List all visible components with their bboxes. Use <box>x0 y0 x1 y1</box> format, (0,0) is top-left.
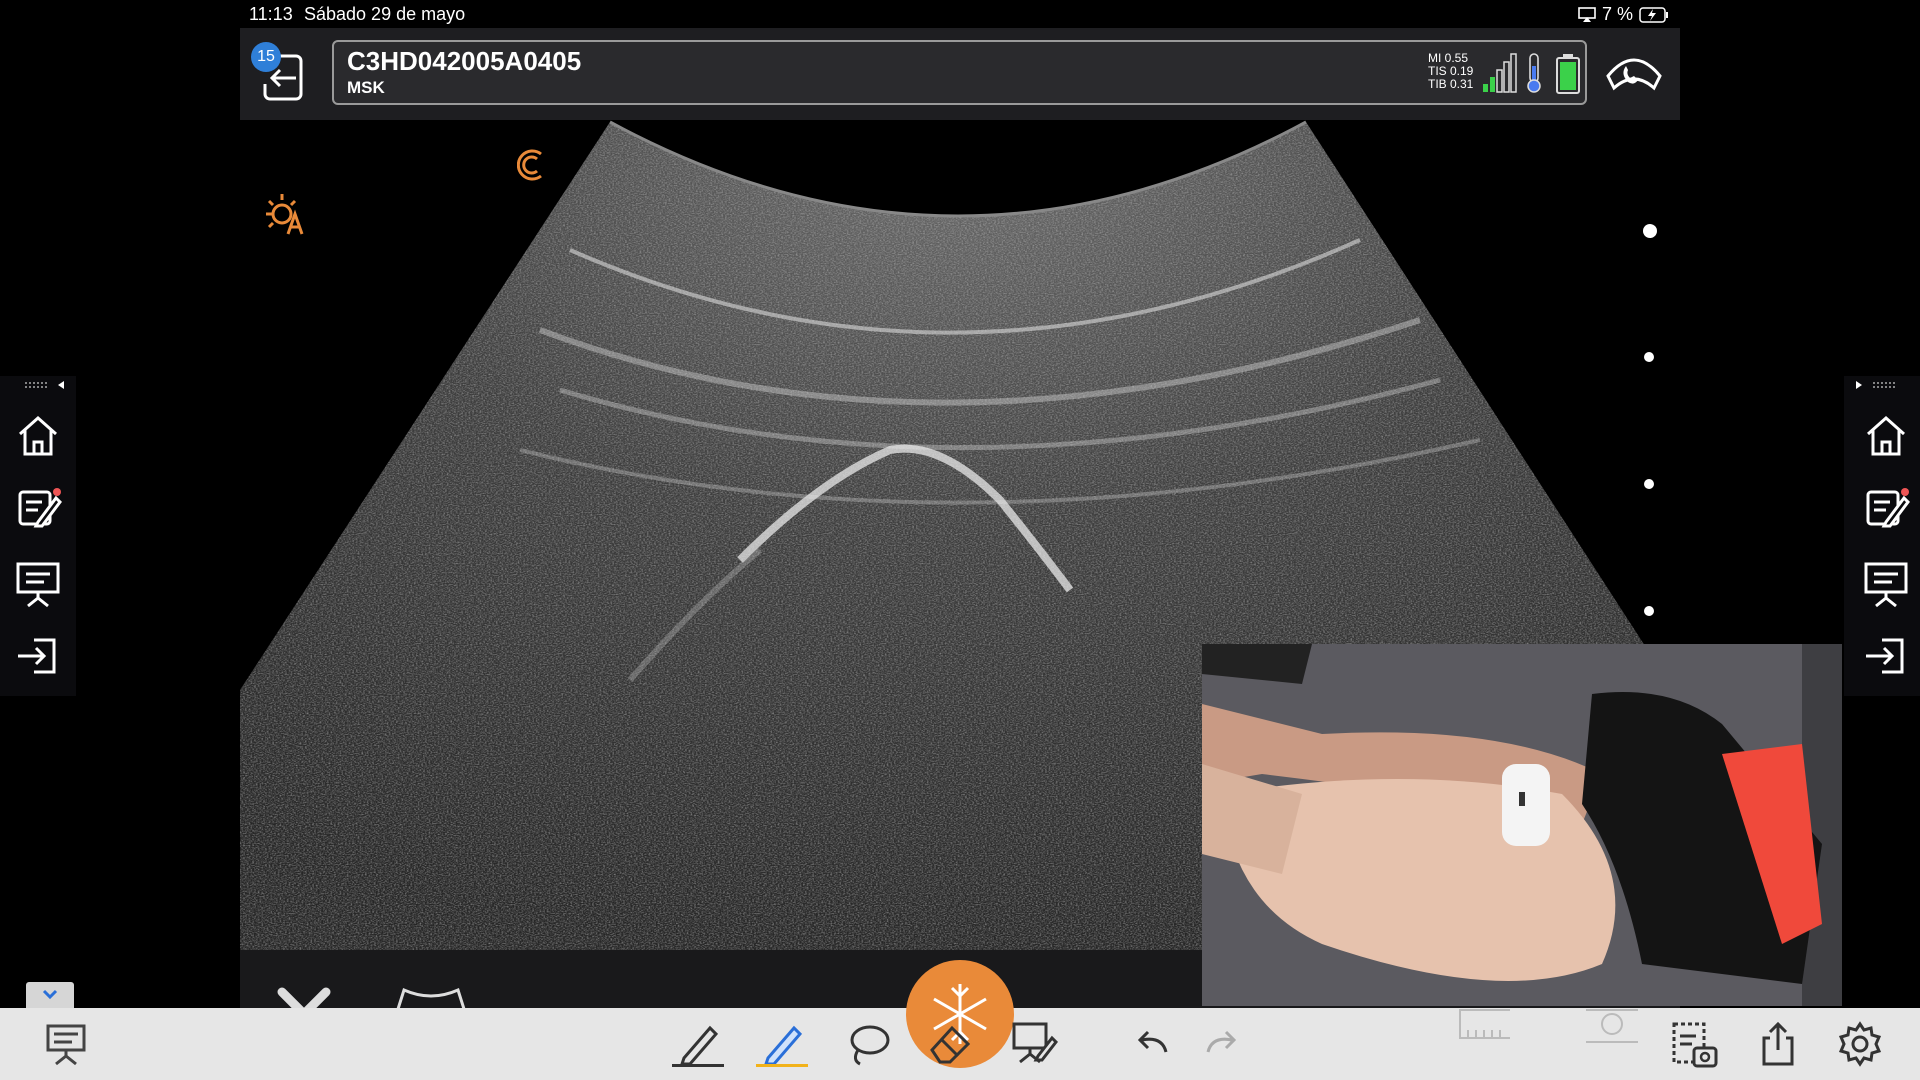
thermometer-icon <box>1527 53 1541 93</box>
share-icon[interactable] <box>1752 1018 1804 1070</box>
battery-percent: 7 % <box>1602 4 1634 24</box>
phone-icon <box>1606 58 1662 91</box>
status-time: 11:13 <box>249 4 293 24</box>
status-date: Sábado 29 de mayo <box>304 4 466 24</box>
acoustic-output: MI 0.55 TIS 0.19 TIB 0.31 <box>1428 52 1473 91</box>
marker-active-underline <box>756 1064 808 1067</box>
camera-feed-image <box>1202 644 1842 1006</box>
presentation-icon[interactable] <box>1862 560 1910 608</box>
camera-icon[interactable] <box>1586 1002 1638 1054</box>
orientation-marker-icon <box>517 149 542 181</box>
settings-icon[interactable] <box>1834 1018 1886 1070</box>
battery-charging-icon <box>1639 6 1669 23</box>
marker-icon[interactable] <box>756 1018 808 1070</box>
annotate-icon[interactable] <box>1008 1018 1060 1070</box>
login-icon[interactable] <box>14 632 62 680</box>
drag-handle-icon[interactable] <box>24 380 68 390</box>
collapse-toolbar-button[interactable] <box>26 982 74 1008</box>
right-side-panel <box>1844 376 1920 696</box>
undo-icon[interactable] <box>1126 1018 1178 1070</box>
cine-icon[interactable] <box>1458 1002 1510 1054</box>
edit-report-icon[interactable] <box>1864 484 1912 532</box>
patient-id: C3HD042005A0405 <box>347 46 582 76</box>
signal-strength-icon <box>1483 53 1517 93</box>
depth-marker <box>1644 352 1654 362</box>
presentation-icon[interactable] <box>40 1018 92 1070</box>
probe-battery-icon <box>1556 54 1580 94</box>
depth-marker <box>1644 479 1654 489</box>
redo-icon[interactable] <box>1196 1018 1248 1070</box>
auto-gain-icon[interactable] <box>262 190 310 238</box>
camera-view[interactable] <box>1202 644 1842 1006</box>
login-icon[interactable] <box>1862 632 1910 680</box>
drag-handle-icon[interactable] <box>1852 380 1896 390</box>
eraser-icon[interactable] <box>924 1018 976 1070</box>
home-icon[interactable] <box>14 412 62 460</box>
left-side-panel <box>0 376 76 696</box>
pencil-active-underline <box>672 1064 724 1067</box>
clipboard-capture-icon[interactable] <box>1668 1018 1720 1070</box>
depth-marker <box>1643 224 1657 238</box>
pencil-icon[interactable] <box>672 1018 724 1070</box>
presentation-icon[interactable] <box>14 560 62 608</box>
status-right: 7 % <box>1578 4 1669 25</box>
tib-value: TIB 0.31 <box>1428 77 1474 91</box>
chevron-down-icon <box>42 989 58 1000</box>
edit-report-icon[interactable] <box>16 484 64 532</box>
lasso-icon[interactable] <box>842 1018 894 1070</box>
home-icon[interactable] <box>1862 412 1910 460</box>
call-button[interactable] <box>1604 48 1664 96</box>
exam-preset: MSK <box>347 78 385 97</box>
depth-marker <box>1644 606 1654 616</box>
screen-mirror-icon <box>1578 6 1596 22</box>
notification-badge: 15 <box>251 42 281 72</box>
